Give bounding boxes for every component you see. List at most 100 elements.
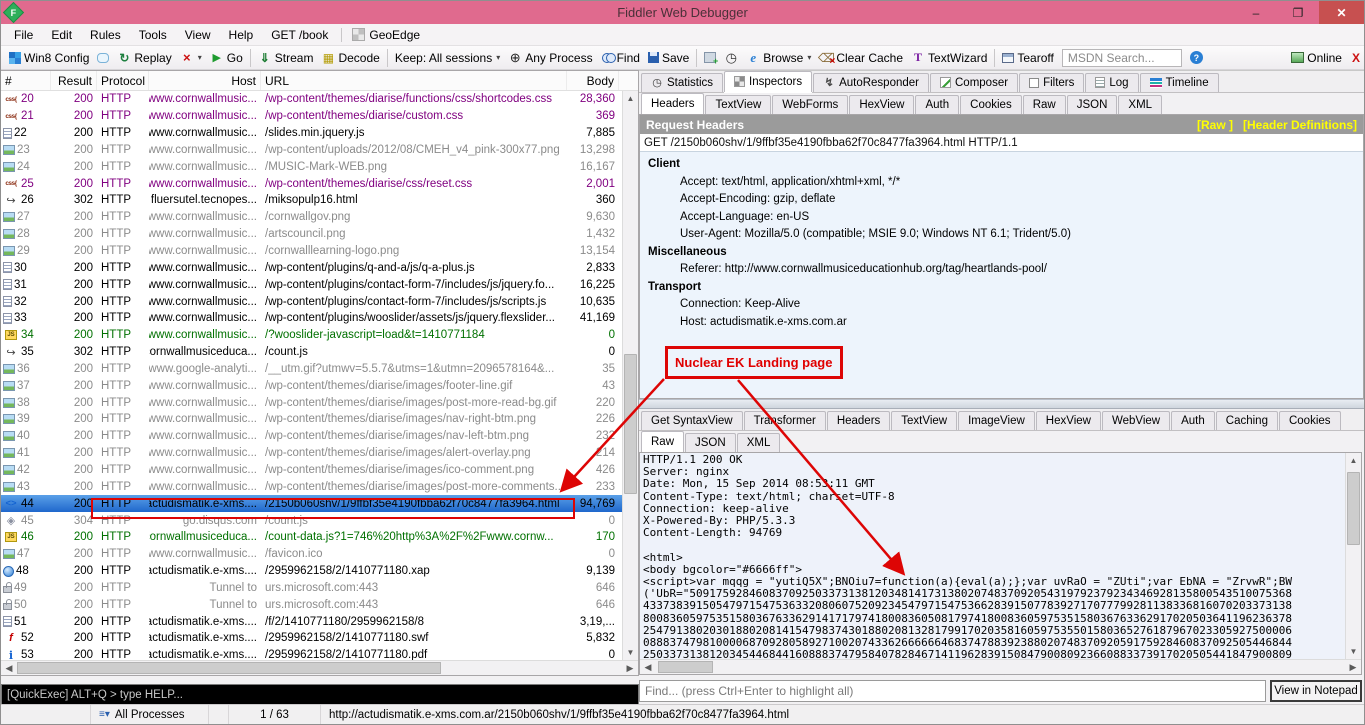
menu-item[interactable]: Edit xyxy=(42,26,81,44)
request-tab[interactable]: TextView xyxy=(705,95,771,114)
response-tab[interactable]: Auth xyxy=(1171,411,1215,430)
table-row[interactable]: 49 200 HTTP Tunnel to urs.microsoft.com:… xyxy=(1,579,622,596)
scrollbar-thumb[interactable] xyxy=(624,354,637,494)
tearoff-button[interactable]: Tearoff xyxy=(998,49,1057,67)
replay-button[interactable]: ↻Replay xyxy=(113,49,175,67)
table-row[interactable]: 26 302 HTTP fluersutel.tecnopes... /miks… xyxy=(1,192,622,209)
main-tab[interactable]: Composer xyxy=(930,73,1018,92)
any-process-button[interactable]: ⊕Any Process xyxy=(504,49,596,67)
table-row[interactable]: 29 200 HTTP www.cornwallmusic... /cornwa… xyxy=(1,243,622,260)
response-vertical-scrollbar[interactable]: ▲ ▼ xyxy=(1345,453,1361,659)
header-entry[interactable]: Connection: Keep-Alive xyxy=(648,296,1363,314)
response-subtab[interactable]: Raw xyxy=(641,431,684,452)
capture-screenshot-button[interactable] xyxy=(700,50,720,65)
table-row[interactable]: 48 200 HTTP actudismatik.e-xms.... /2959… xyxy=(1,563,622,580)
request-tab[interactable]: XML xyxy=(1118,95,1162,114)
request-tab[interactable]: Raw xyxy=(1023,95,1066,114)
header-group-name[interactable]: Miscellaneous xyxy=(648,244,1363,262)
request-line[interactable]: GET /2150b060shv/1/9ffbf35e4190fbba62f70… xyxy=(640,134,1363,152)
table-row[interactable]: 34 200 HTTP www.cornwallmusic... /?woosl… xyxy=(1,327,622,344)
minimize-button[interactable]: – xyxy=(1235,1,1277,24)
menu-item-geoedge[interactable]: GeoEdge xyxy=(346,26,426,44)
header-group-name[interactable]: Transport xyxy=(648,279,1363,297)
response-tab[interactable]: TextView xyxy=(891,411,957,430)
table-row[interactable]: 52 200 HTTP actudismatik.e-xms.... /2959… xyxy=(1,630,622,647)
header-entry[interactable]: User-Agent: Mozilla/5.0 (compatible; MSI… xyxy=(648,226,1363,244)
table-row[interactable]: 41 200 HTTP www.cornwallmusic... /wp-con… xyxy=(1,445,622,462)
textwizard-button[interactable]: TTextWizard xyxy=(907,49,991,67)
win8-config-button[interactable]: Win8 Config xyxy=(5,49,93,67)
table-row[interactable]: 53 200 HTTP actudismatik.e-xms.... /2959… xyxy=(1,647,622,660)
stream-button[interactable]: ⇓Stream xyxy=(254,49,318,67)
table-row[interactable]: 46 200 HTTP cornwallmusiceduca... /count… xyxy=(1,529,622,546)
quickexec-input[interactable]: [QuickExec] ALT+Q > type HELP... xyxy=(1,684,639,705)
help-button[interactable]: ? xyxy=(1186,49,1207,66)
column-header-number[interactable]: # xyxy=(1,71,51,90)
column-header-protocol[interactable]: Protocol xyxy=(97,71,149,90)
main-tab[interactable]: AutoResponder xyxy=(813,73,929,92)
scroll-up-icon[interactable]: ▲ xyxy=(1346,453,1361,468)
menu-item[interactable]: File xyxy=(5,26,42,44)
scroll-left-icon[interactable]: ◀ xyxy=(640,660,656,674)
panel-splitter[interactable] xyxy=(639,399,1364,409)
table-row[interactable]: 32 200 HTTP www.cornwallmusic... /wp-con… xyxy=(1,293,622,310)
request-tab[interactable]: HexView xyxy=(849,95,914,114)
response-tab[interactable]: Get SyntaxView xyxy=(641,411,743,430)
menu-item[interactable]: Rules xyxy=(81,26,130,44)
save-button[interactable]: Save xyxy=(644,49,693,67)
table-row[interactable]: 42 200 HTTP www.cornwallmusic... /wp-con… xyxy=(1,462,622,479)
timer-button[interactable]: ◷ xyxy=(720,49,742,67)
main-tab[interactable]: Statistics xyxy=(641,73,723,92)
request-tab[interactable]: JSON xyxy=(1067,95,1118,114)
comment-button[interactable] xyxy=(93,51,113,65)
scroll-down-icon[interactable]: ▼ xyxy=(623,645,638,660)
header-entry[interactable]: Referer: http://www.cornwallmusiceducati… xyxy=(648,261,1363,279)
column-header-host[interactable]: Host xyxy=(149,71,261,90)
response-tab[interactable]: ImageView xyxy=(958,411,1035,430)
scrollbar-thumb[interactable] xyxy=(17,662,441,674)
table-row[interactable]: 35 302 HTTP cornwallmusiceduca... /count… xyxy=(1,344,622,361)
response-subtab[interactable]: JSON xyxy=(685,433,736,452)
online-close-icon[interactable]: X xyxy=(1352,51,1360,65)
response-tab[interactable]: Transformer xyxy=(744,411,826,430)
menu-item[interactable]: View xyxy=(176,26,220,44)
scroll-right-icon[interactable]: ▶ xyxy=(1345,660,1361,674)
session-list-horizontal-scrollbar[interactable]: ◀ ▶ xyxy=(1,660,638,675)
table-row[interactable]: 40 200 HTTP www.cornwallmusic... /wp-con… xyxy=(1,428,622,445)
header-definitions-link[interactable]: [Header Definitions] xyxy=(1243,118,1357,132)
menu-item[interactable]: Help xyxy=(220,26,263,44)
main-tab[interactable]: Log xyxy=(1085,73,1138,92)
close-button[interactable]: ✕ xyxy=(1319,1,1364,24)
find-button[interactable]: Find xyxy=(597,49,644,67)
scrollbar-thumb[interactable] xyxy=(658,661,713,673)
header-entry[interactable]: Host: actudismatik.e-xms.com.ar xyxy=(648,314,1363,332)
response-tab[interactable]: Cookies xyxy=(1279,411,1341,430)
header-entry[interactable]: Accept-Language: en-US xyxy=(648,209,1363,227)
table-row[interactable]: 37 200 HTTP www.cornwallmusic... /wp-con… xyxy=(1,377,622,394)
column-header-body[interactable]: Body xyxy=(567,71,619,90)
restore-button[interactable]: ❐ xyxy=(1277,1,1319,24)
table-row[interactable]: 38 200 HTTP www.cornwallmusic... /wp-con… xyxy=(1,394,622,411)
table-row[interactable]: 50 200 HTTP Tunnel to urs.microsoft.com:… xyxy=(1,596,622,613)
table-row[interactable]: 36 200 HTTP www.google-analyti... /__utm… xyxy=(1,361,622,378)
all-processes-filter[interactable]: ≡▾ All Processes xyxy=(91,705,209,724)
table-row[interactable]: 27 200 HTTP www.cornwallmusic... /cornwa… xyxy=(1,209,622,226)
table-row[interactable]: 22 200 HTTP www.cornwallmusic... /slides… xyxy=(1,125,622,142)
header-group-name[interactable]: Client xyxy=(648,156,1363,174)
scroll-right-icon[interactable]: ▶ xyxy=(622,661,638,675)
online-indicator[interactable]: Online xyxy=(1287,49,1346,67)
remove-sessions-button[interactable]: ×▾ xyxy=(176,49,206,67)
request-tab[interactable]: WebForms xyxy=(772,95,848,114)
table-row[interactable]: 28 200 HTTP www.cornwallmusic... /artsco… xyxy=(1,226,622,243)
menu-item[interactable]: Tools xyxy=(130,26,176,44)
response-raw-text[interactable]: HTTP/1.1 200 OK Server: nginx Date: Mon,… xyxy=(640,453,1345,659)
session-list-vertical-scrollbar[interactable]: ▲ ▼ xyxy=(622,91,638,660)
table-row[interactable]: 43 200 HTTP www.cornwallmusic... /wp-con… xyxy=(1,478,622,495)
scroll-left-icon[interactable]: ◀ xyxy=(1,661,17,675)
table-row[interactable]: 45 304 HTTP go.disqus.com /count.js 0 xyxy=(1,512,622,529)
go-button[interactable]: ▶Go xyxy=(206,49,247,67)
table-row[interactable]: 39 200 HTTP www.cornwallmusic... /wp-con… xyxy=(1,411,622,428)
scroll-up-icon[interactable]: ▲ xyxy=(623,91,638,106)
menu-item[interactable]: GET /book xyxy=(262,26,337,44)
table-row[interactable]: 44 200 HTTP actudismatik.e-xms.... /2150… xyxy=(1,495,622,512)
